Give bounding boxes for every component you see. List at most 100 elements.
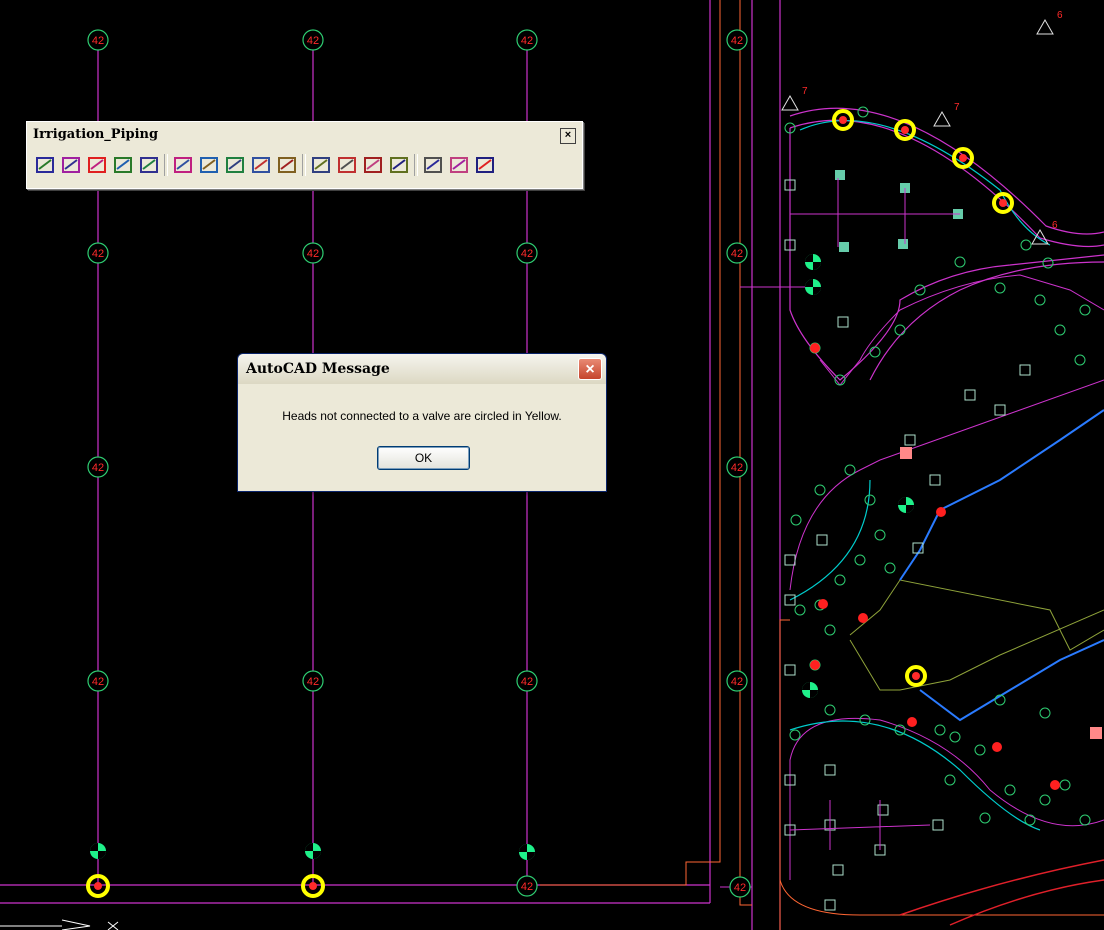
spray-head bbox=[907, 717, 917, 727]
valve-icon bbox=[805, 279, 821, 295]
dashed-lines-icon[interactable] bbox=[85, 153, 109, 177]
small-head bbox=[1024, 814, 1036, 826]
head-label: 42 bbox=[307, 676, 319, 688]
bed-boundary bbox=[949, 879, 1104, 926]
bed-boundary bbox=[819, 274, 1104, 386]
sprinkler-head: 42 bbox=[87, 670, 109, 692]
pipe-line bbox=[789, 800, 931, 850]
dialog-title: AutoCAD Message bbox=[246, 361, 390, 377]
unconnected-head-highlight bbox=[952, 147, 974, 169]
toolbar-separator bbox=[302, 154, 306, 176]
valve-icon bbox=[305, 843, 321, 859]
check-valve-icon[interactable] bbox=[223, 153, 247, 177]
small-head bbox=[864, 494, 876, 506]
small-head bbox=[1079, 304, 1091, 316]
spray-head bbox=[810, 343, 820, 353]
dialog-message: Heads not connected to a valve are circl… bbox=[282, 409, 562, 423]
small-head bbox=[1004, 784, 1016, 796]
draw-pipe-icon[interactable] bbox=[33, 153, 57, 177]
shrub-square-outline bbox=[929, 474, 941, 486]
dialog-titlebar[interactable]: AutoCAD Message × bbox=[238, 354, 606, 384]
shrub-square bbox=[835, 170, 845, 180]
marker-triangle bbox=[933, 110, 951, 127]
marker-label: 6 bbox=[1057, 10, 1063, 21]
small-head bbox=[859, 714, 871, 726]
small-head bbox=[1079, 814, 1091, 826]
valve-icon bbox=[805, 254, 821, 270]
shrub-square-outline bbox=[994, 404, 1006, 416]
shrub-square-outline bbox=[904, 434, 916, 446]
bed-boundary bbox=[789, 128, 1104, 381]
shrub-square bbox=[839, 242, 849, 252]
head-label: 42 bbox=[92, 462, 104, 474]
head-label: 42 bbox=[731, 462, 743, 474]
ok-button-label: OK bbox=[414, 451, 433, 465]
head-label: 42 bbox=[92, 248, 104, 260]
shrub-square bbox=[898, 239, 908, 249]
sprinkler-head: 42 bbox=[302, 242, 324, 264]
bed-boundary bbox=[789, 717, 1104, 880]
pattern-icon[interactable] bbox=[447, 153, 471, 177]
shrub-square-outline bbox=[784, 664, 796, 676]
small-head bbox=[814, 484, 826, 496]
unconnected-head-highlight bbox=[905, 665, 927, 687]
sprinkler-head: 42 bbox=[87, 29, 109, 51]
fitting-icon[interactable] bbox=[137, 153, 161, 177]
marker-label: 6 bbox=[1052, 220, 1058, 231]
small-head bbox=[1059, 779, 1071, 791]
small-head bbox=[949, 731, 961, 743]
shrub-square-outline bbox=[784, 554, 796, 566]
lateral-icon[interactable] bbox=[249, 153, 273, 177]
label-pipe-icon[interactable] bbox=[275, 153, 299, 177]
help-icon[interactable] bbox=[473, 153, 497, 177]
head-label: 42 bbox=[731, 676, 743, 688]
bed-boundary bbox=[899, 859, 1104, 916]
sprinkler-head: 42 bbox=[726, 456, 748, 478]
head-label: 42 bbox=[731, 35, 743, 47]
shrub-square-outline bbox=[824, 764, 836, 776]
shrub-square-outline bbox=[964, 389, 976, 401]
marker-label: 7 bbox=[802, 86, 808, 97]
delete-fitting-icon[interactable] bbox=[361, 153, 385, 177]
sprinkler-head: 42 bbox=[516, 875, 538, 897]
toolbar-separator bbox=[164, 154, 168, 176]
sprinkler-head: 42 bbox=[729, 876, 751, 898]
bed-boundary bbox=[869, 261, 1104, 381]
sprinkler-head: 42 bbox=[302, 670, 324, 692]
zone-icon[interactable] bbox=[171, 153, 195, 177]
break-pipe-icon[interactable] bbox=[197, 153, 221, 177]
shrub-square-outline bbox=[837, 316, 849, 328]
small-head bbox=[1054, 324, 1066, 336]
head-label: 42 bbox=[521, 248, 533, 260]
undo-icon[interactable] bbox=[421, 153, 445, 177]
small-head bbox=[789, 729, 801, 741]
irrigation-piping-toolbar[interactable]: Irrigation_Piping × bbox=[26, 121, 583, 189]
small-head bbox=[869, 346, 881, 358]
shrub-square-outline bbox=[1019, 364, 1031, 376]
boundary-line bbox=[739, 0, 752, 906]
toolbar-separator bbox=[414, 154, 418, 176]
ok-button[interactable]: OK bbox=[377, 446, 470, 470]
small-head bbox=[824, 704, 836, 716]
head-label: 42 bbox=[92, 676, 104, 688]
spray-head bbox=[936, 507, 946, 517]
sprinkler-head: 42 bbox=[726, 242, 748, 264]
connect-heads-icon[interactable] bbox=[59, 153, 83, 177]
small-head bbox=[954, 256, 966, 268]
toolbar-close-button[interactable]: × bbox=[560, 128, 576, 144]
edit-fitting-icon[interactable] bbox=[387, 153, 411, 177]
head-label: 42 bbox=[521, 676, 533, 688]
sprinkler-head-icon[interactable] bbox=[309, 153, 333, 177]
small-head bbox=[1074, 354, 1086, 366]
small-head bbox=[834, 574, 846, 586]
reduce-icon[interactable] bbox=[335, 153, 359, 177]
lateral-line bbox=[899, 409, 1104, 581]
valve-box-icon bbox=[1090, 727, 1102, 739]
sprinkler-head: 42 bbox=[516, 670, 538, 692]
small-head bbox=[874, 529, 886, 541]
spray-head bbox=[858, 613, 868, 623]
sprinkler-head: 42 bbox=[726, 670, 748, 692]
pipe-size-icon[interactable] bbox=[111, 153, 135, 177]
dialog-close-button[interactable]: × bbox=[578, 358, 602, 380]
sprinkler-head: 42 bbox=[516, 242, 538, 264]
